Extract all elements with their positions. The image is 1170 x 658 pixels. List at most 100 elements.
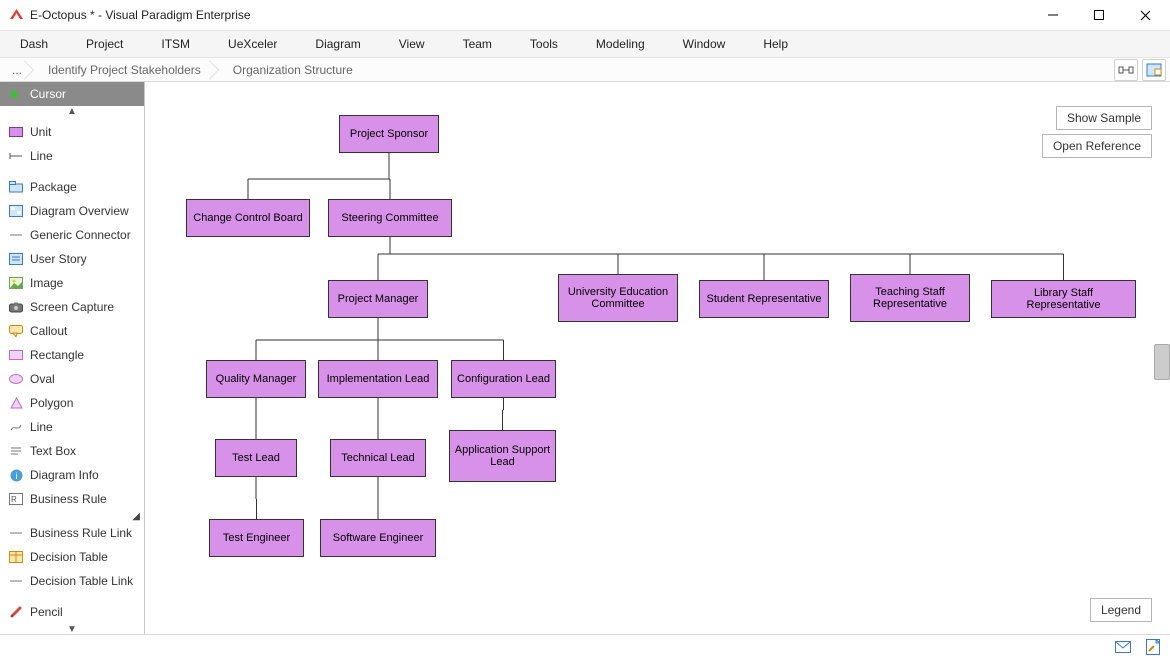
legend-button[interactable]: Legend [1090,598,1152,622]
palette-item-cursor[interactable]: Cursor [0,82,144,106]
palette-item-label: Callout [30,324,67,338]
menu-item-help[interactable]: Help [744,33,807,55]
palette-item-diagram-info[interactable]: i Diagram Info [0,463,144,487]
palette-item-label: User Story [30,252,87,266]
breadcrumb-bar: ... Identify Project Stakeholders Organi… [0,58,1170,82]
breadcrumb-item[interactable]: Identify Project Stakeholders [30,58,215,82]
org-node-il[interactable]: Implementation Lead [318,360,438,398]
Unit-icon [8,125,24,139]
toolbar-icon[interactable] [1114,59,1138,81]
org-node-techl[interactable]: Technical Lead [330,439,426,477]
tool-palette: Cursor ▲ Unit Line Package Diagram Overview Ge… [0,82,145,634]
palette-item-label: Pencil [30,605,63,619]
palette-expand-toggle[interactable]: ▼ [0,624,144,634]
org-node-ccb[interactable]: Change Control Board [186,199,310,237]
palette-item-label: Oval [30,372,55,386]
palette-item-line[interactable]: Line [0,144,144,168]
palette-item-label: Line [30,149,53,163]
app-icon [8,7,24,23]
open-reference-button[interactable]: Open Reference [1042,134,1152,158]
Line2-icon [8,420,24,434]
Polygon-icon [8,396,24,410]
window-close-button[interactable] [1122,0,1168,31]
palette-item-label: Cursor [30,87,66,101]
window-minimize-button[interactable] [1030,0,1076,31]
mail-icon[interactable] [1114,638,1132,656]
Line-icon [8,149,24,163]
Business Rule-icon: R [8,492,24,506]
palette-expand-toggle[interactable]: ▲ [0,106,144,120]
org-node-lsr[interactable]: Library Staff Representative [991,280,1136,318]
palette-item-label: Image [30,276,63,290]
palette-item-label: Line [30,420,53,434]
menu-item-uexceler[interactable]: UeXceler [209,33,296,55]
Generic Connector-icon [8,228,24,242]
Rectangle-icon [8,348,24,362]
org-node-cl[interactable]: Configuration Lead [451,360,556,398]
palette-item-rectangle[interactable]: Rectangle [0,343,144,367]
menu-item-window[interactable]: Window [664,33,745,55]
breadcrumb-item[interactable]: Organization Structure [215,58,367,82]
menu-item-itsm[interactable]: ITSM [142,33,209,55]
palette-item-oval[interactable]: Oval [0,367,144,391]
palette-item-screen-capture[interactable]: Screen Capture [0,295,144,319]
palette-item-label: Decision Table [30,550,108,564]
palette-item-image[interactable]: Image [0,271,144,295]
menu-item-view[interactable]: View [380,33,444,55]
palette-item-unit[interactable]: Unit [0,120,144,144]
vertical-scrollbar-thumb[interactable] [1154,344,1170,380]
Decision Table Link-icon [8,574,24,588]
palette-item-diagram-overview[interactable]: Diagram Overview [0,199,144,223]
org-node-qm[interactable]: Quality Manager [206,360,306,398]
org-node-sponsor[interactable]: Project Sponsor [339,115,439,153]
menu-item-tools[interactable]: Tools [511,33,577,55]
palette-item-text-box[interactable]: Text Box [0,439,144,463]
diagram-canvas[interactable]: Show Sample Open Reference Legend Projec… [145,82,1170,634]
palette-item-decision-table[interactable]: Decision Table [0,545,144,569]
Package-icon [8,180,24,194]
palette-item-generic-connector[interactable]: Generic Connector [0,223,144,247]
toolbar-icon[interactable] [1142,59,1166,81]
org-node-uec[interactable]: University Education Committee [558,274,678,322]
Image-icon [8,276,24,290]
menu-item-modeling[interactable]: Modeling [577,33,664,55]
palette-item-line[interactable]: Line [0,415,144,439]
palette-item-label: Unit [30,125,51,139]
window-maximize-button[interactable] [1076,0,1122,31]
org-node-te[interactable]: Test Engineer [209,519,304,557]
note-icon[interactable] [1144,638,1162,656]
palette-item-polygon[interactable]: Polygon [0,391,144,415]
menu-item-diagram[interactable]: Diagram [296,33,379,55]
menu-item-dash[interactable]: Dash [8,33,67,55]
Cursor-icon [8,87,24,101]
palette-item-pencil[interactable]: Pencil [0,600,144,624]
palette-item-package[interactable]: Package [0,175,144,199]
show-sample-button[interactable]: Show Sample [1056,106,1152,130]
palette-item-decision-table-link[interactable]: Decision Table Link [0,569,144,593]
org-node-asl[interactable]: Application Support Lead [449,430,556,482]
Oval-icon [8,372,24,386]
org-node-tsr[interactable]: Teaching Staff Representative [850,274,970,322]
palette-item-callout[interactable]: Callout [0,319,144,343]
org-node-steering[interactable]: Steering Committee [328,199,452,237]
palette-item-label: Diagram Info [30,468,99,482]
org-node-pm[interactable]: Project Manager [328,280,428,318]
menu-item-team[interactable]: Team [444,33,511,55]
org-node-tl[interactable]: Test Lead [215,439,297,477]
palette-item-label: Polygon [30,396,73,410]
org-node-srep[interactable]: Student Representative [699,280,829,318]
Pencil-icon [8,605,24,619]
menu-bar: DashProjectITSMUeXcelerDiagramViewTeamTo… [0,31,1170,58]
menu-item-project[interactable]: Project [67,33,142,55]
palette-item-business-rule[interactable]: RBusiness Rule [0,487,144,511]
palette-item-label: Diagram Overview [30,204,129,218]
User Story-icon [8,252,24,266]
palette-item-user-story[interactable]: User Story [0,247,144,271]
status-bar [0,634,1170,658]
palette-item-business-rule-link[interactable]: Business Rule Link [0,521,144,545]
Text Box-icon [8,444,24,458]
svg-text:R: R [11,495,17,504]
org-node-se[interactable]: Software Engineer [320,519,436,557]
Diagram Info-icon: i [8,468,24,482]
palette-item-label: Business Rule Link [30,526,132,540]
